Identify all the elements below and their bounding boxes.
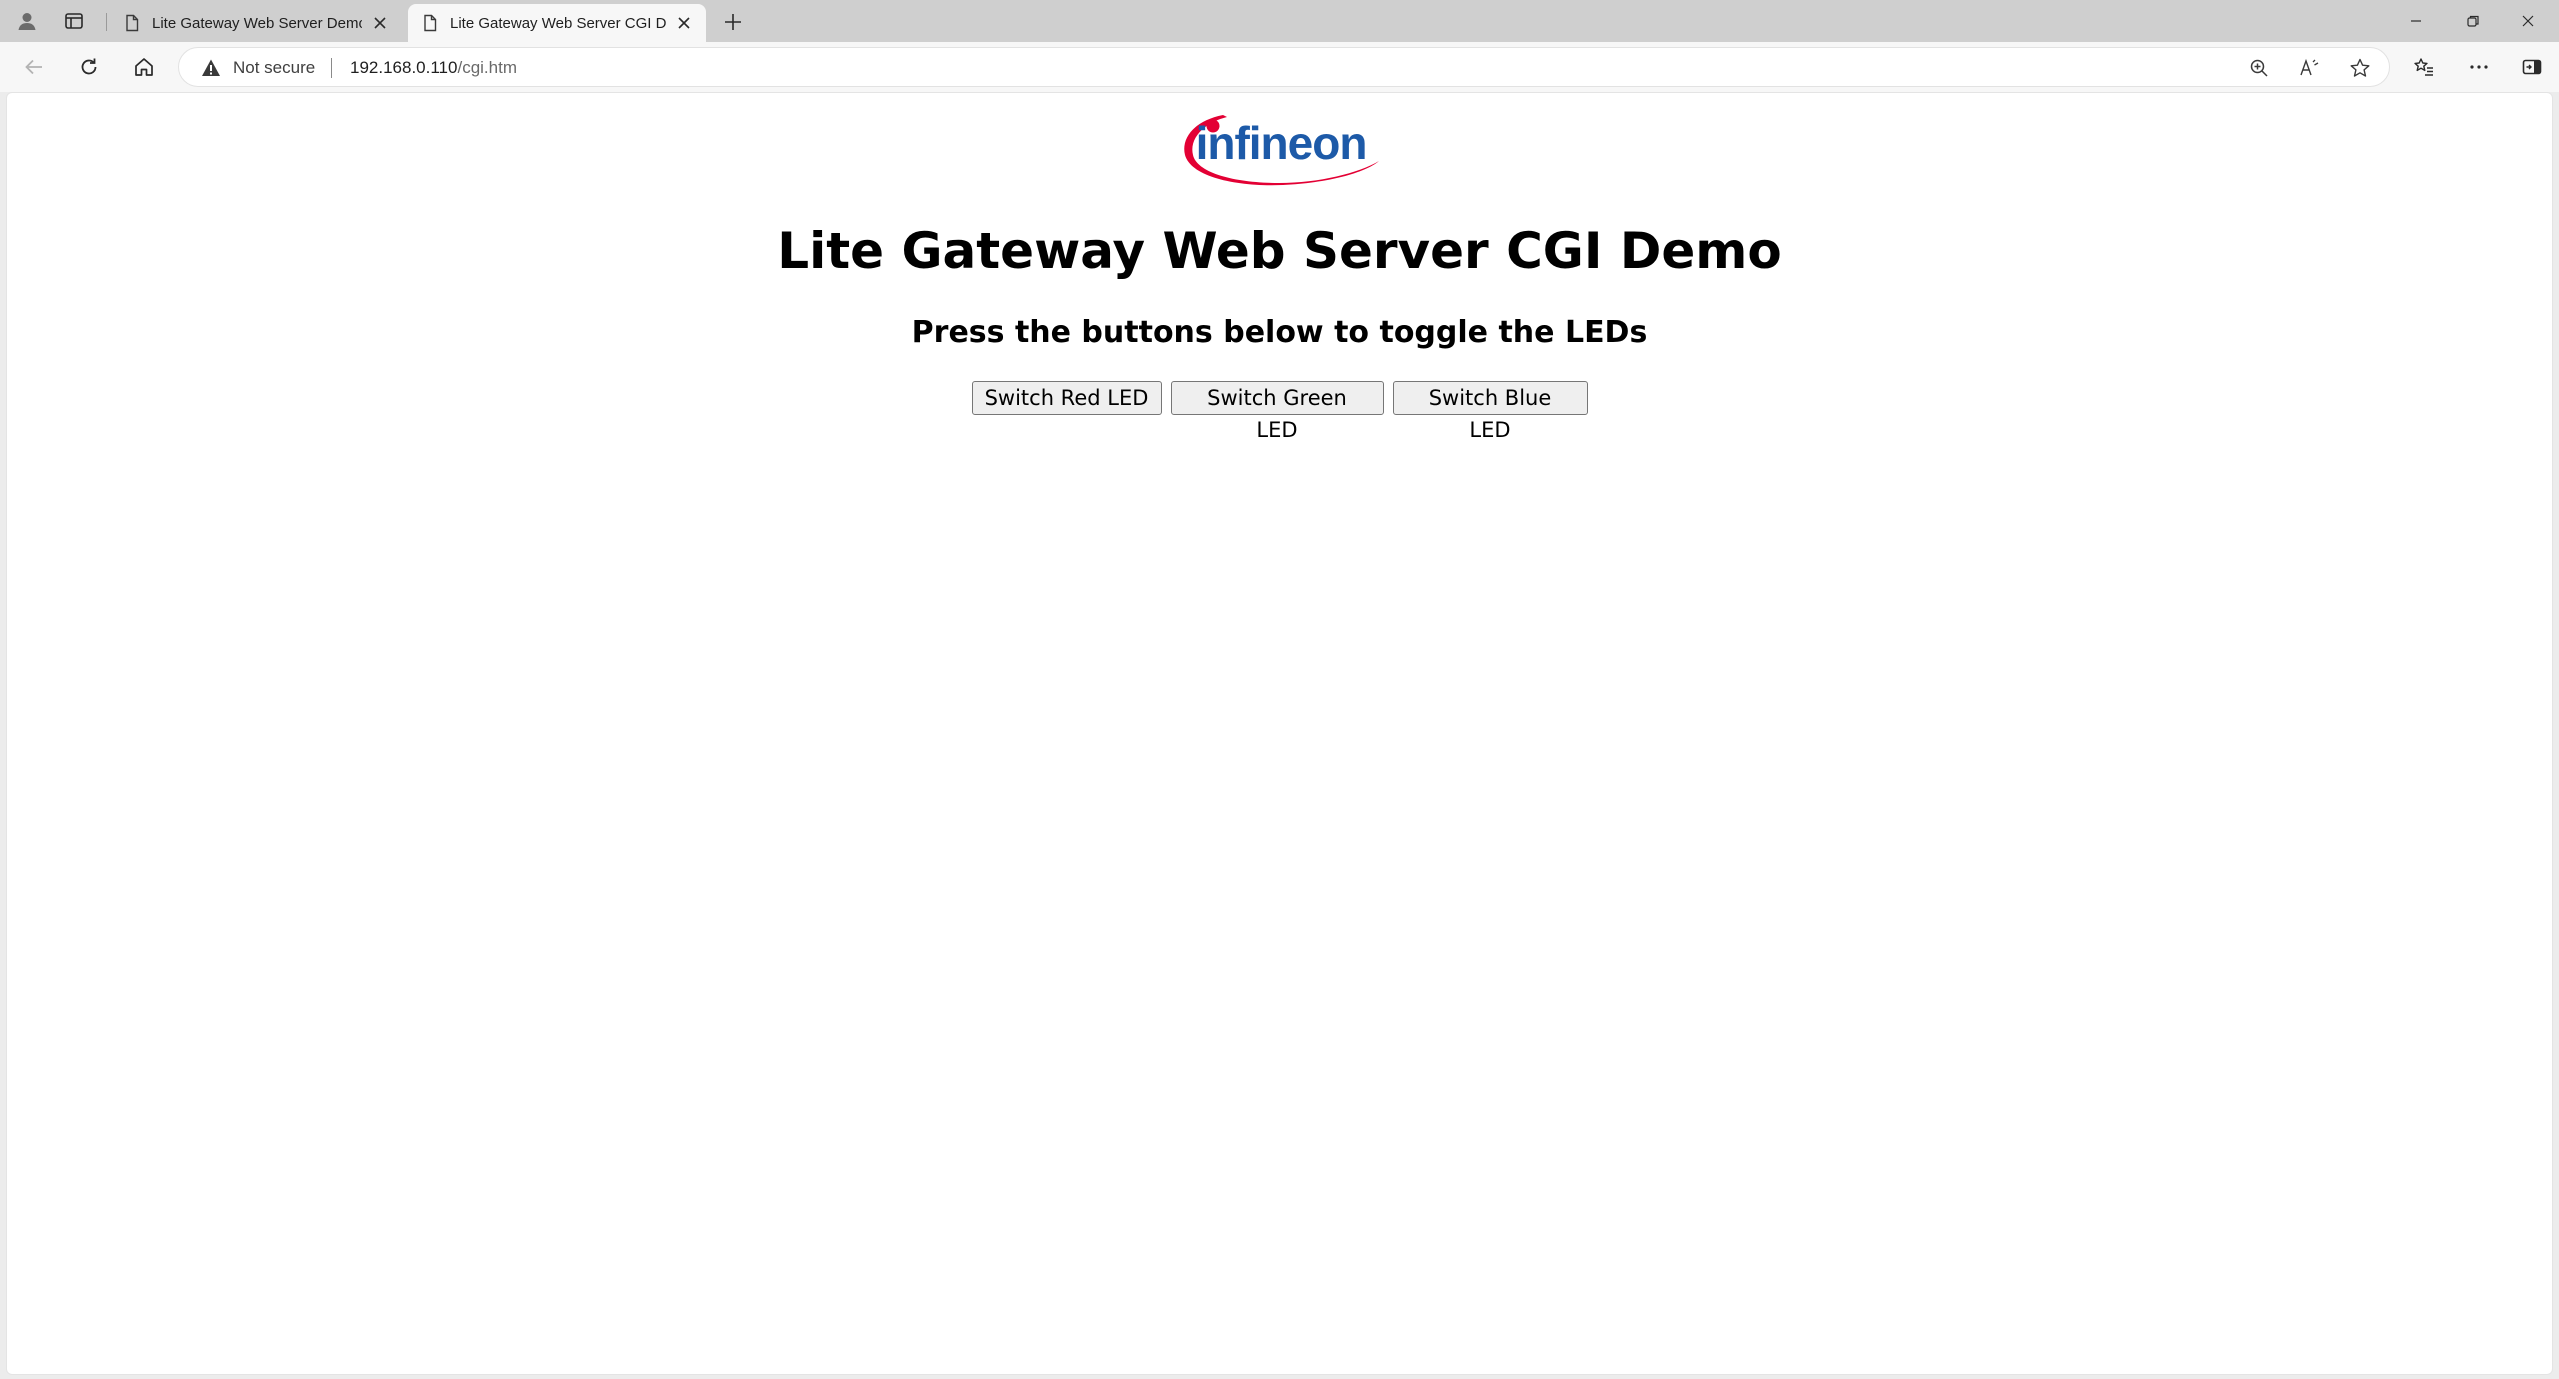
address-bar[interactable]: Not secure 192.168.0.110/cgi.htm — [178, 47, 2390, 87]
switch-blue-led-button[interactable]: Switch Blue LED — [1392, 381, 1588, 442]
reload-icon — [81, 58, 97, 75]
minimize-button[interactable] — [2390, 0, 2442, 42]
document-icon — [424, 14, 437, 32]
page-subtitle: Press the buttons below to toggle the LE… — [911, 315, 1648, 350]
close-window-button[interactable] — [2502, 0, 2554, 42]
tab-title: Lite Gateway Web Server CGI Demo — [450, 14, 666, 32]
led-button-group: Switch Red LED Switch Green LED Switch B… — [7, 381, 2552, 442]
tab-title: Lite Gateway Web Server Demo — [152, 14, 362, 32]
new-tab-button[interactable] — [718, 7, 748, 37]
close-icon — [2522, 15, 2534, 27]
browser-tabstrip: Lite Gateway Web Server Demo Lite Gatewa… — [0, 0, 2559, 42]
sidebar-button[interactable] — [2516, 51, 2548, 83]
more-icon — [2470, 65, 2488, 69]
switch-red-led-button[interactable]: Switch Red LED — [971, 381, 1162, 415]
close-icon[interactable] — [672, 11, 696, 35]
page-title: Lite Gateway Web Server CGI Demo — [777, 222, 1782, 280]
profile-icon[interactable] — [13, 7, 41, 35]
favorite-button[interactable] — [2344, 52, 2376, 84]
favorites-button[interactable] — [2408, 51, 2440, 83]
minimize-icon — [2411, 20, 2421, 22]
workspaces-icon[interactable] — [60, 7, 88, 35]
document-icon — [126, 14, 139, 32]
infineon-logo: infineon — [1179, 103, 1383, 195]
zoom-icon — [2250, 59, 2268, 77]
close-icon[interactable] — [368, 11, 392, 35]
tab-separator — [106, 13, 107, 31]
read-aloud-icon — [2300, 58, 2319, 76]
read-aloud-button[interactable] — [2294, 52, 2326, 84]
reload-button[interactable] — [73, 51, 105, 83]
restore-icon — [2467, 15, 2479, 27]
logo-text: infineon — [1196, 117, 1367, 169]
back-arrow-icon — [25, 59, 42, 75]
home-button[interactable] — [128, 51, 160, 83]
browser-toolbar: Not secure 192.168.0.110/cgi.htm — [0, 42, 2559, 92]
address-divider — [331, 58, 332, 78]
plus-icon — [725, 14, 741, 30]
url-text[interactable]: 192.168.0.110/cgi.htm — [350, 58, 517, 78]
back-button[interactable] — [18, 51, 50, 83]
zoom-button[interactable] — [2243, 52, 2275, 84]
tab-cgi-demo[interactable]: Lite Gateway Web Server CGI Demo — [408, 4, 706, 42]
more-button[interactable] — [2463, 51, 2495, 83]
home-icon — [135, 58, 153, 76]
url-path: /cgi.htm — [457, 58, 517, 77]
star-icon — [2350, 58, 2370, 77]
warning-icon[interactable] — [201, 58, 221, 78]
switch-green-led-button[interactable]: Switch Green LED — [1170, 381, 1384, 442]
favorites-icon — [2414, 58, 2433, 76]
restore-button[interactable] — [2447, 0, 2499, 42]
sidebar-icon — [2522, 59, 2542, 75]
url-host: 192.168.0.110 — [350, 58, 458, 77]
security-status[interactable]: Not secure — [233, 58, 315, 78]
tab-web-server-demo[interactable]: Lite Gateway Web Server Demo — [110, 4, 402, 42]
page-viewport: infineon Lite Gateway Web Server CGI Dem… — [6, 92, 2553, 1375]
